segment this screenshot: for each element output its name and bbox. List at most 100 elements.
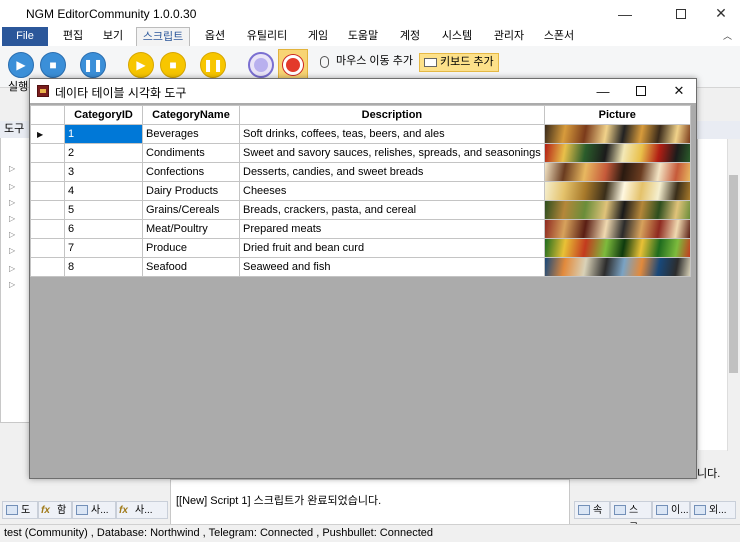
tree-expand-icon[interactable]: ▷: [9, 214, 15, 223]
tree-expand-icon[interactable]: ▷: [9, 164, 15, 173]
cell-categoryid[interactable]: 7: [64, 238, 143, 258]
menu-account[interactable]: 계정: [390, 27, 430, 46]
bottom-tab-properties[interactable]: 속: [574, 501, 610, 519]
menu-game[interactable]: 게임: [298, 27, 338, 46]
cell-categoryid[interactable]: 4: [64, 181, 143, 201]
add-keyboard-button[interactable]: 키보드 추가: [419, 53, 499, 72]
bottom-tab-functions[interactable]: fx 함: [38, 501, 72, 519]
bottom-tab-tools[interactable]: 도: [2, 501, 38, 519]
dialog-minimize-button[interactable]: —: [584, 79, 622, 103]
tree-expand-icon[interactable]: ▷: [9, 246, 15, 255]
close-button[interactable]: ✕: [698, 0, 740, 27]
menu-file[interactable]: File: [2, 27, 48, 46]
table-row[interactable]: ▶ 1 Beverages Soft drinks, coffees, teas, b…: [30, 124, 691, 144]
cell-description[interactable]: Sweet and savory sauces, relishes, sprea…: [239, 143, 545, 163]
minimize-icon: —: [596, 83, 610, 99]
row-header[interactable]: [30, 238, 65, 258]
cell-description[interactable]: Soft drinks, coffees, teas, beers, and a…: [239, 124, 545, 144]
menu-admin[interactable]: 관리자: [486, 27, 532, 46]
row-header[interactable]: [30, 181, 65, 201]
cell-categoryname[interactable]: Meat/Poultry: [142, 219, 240, 239]
add-mouse-move-button[interactable]: 마우스 이동 추가: [316, 53, 417, 72]
record-button-highlight[interactable]: [278, 49, 308, 81]
cell-description[interactable]: Cheeses: [239, 181, 545, 201]
bottom-tab-user[interactable]: 사...: [72, 501, 116, 519]
row-header[interactable]: [30, 257, 65, 277]
column-header-description[interactable]: Description: [239, 105, 545, 125]
cell-categoryid[interactable]: 5: [64, 200, 143, 220]
cell-categoryname[interactable]: Dairy Products: [142, 181, 240, 201]
properties-scroll-thumb[interactable]: [729, 175, 738, 373]
row-header[interactable]: [30, 143, 65, 163]
column-header-categoryid[interactable]: CategoryID: [64, 105, 143, 125]
cell-description[interactable]: Seaweed and fish: [239, 257, 545, 277]
cell-categoryname[interactable]: Grains/Cereals: [142, 200, 240, 220]
cell-categoryid[interactable]: 1: [64, 124, 143, 144]
cell-categoryname[interactable]: Produce: [142, 238, 240, 258]
cell-categoryname[interactable]: Seafood: [142, 257, 240, 277]
record-pause-button[interactable]: ❚❚: [200, 52, 226, 78]
cell-categoryname[interactable]: Condiments: [142, 143, 240, 163]
dialog-close-button[interactable]: ✕: [660, 79, 698, 103]
row-header[interactable]: [30, 219, 65, 239]
category-picture: [545, 144, 690, 162]
cell-categoryname[interactable]: Confections: [142, 162, 240, 182]
row-header[interactable]: [30, 200, 65, 220]
cell-categoryid[interactable]: 6: [64, 219, 143, 239]
menu-options[interactable]: 옵션: [196, 27, 234, 46]
record-play-button[interactable]: ▶: [128, 52, 154, 78]
cell-categoryid[interactable]: 3: [64, 162, 143, 182]
menu-help[interactable]: 도움말: [340, 27, 386, 46]
tree-expand-icon[interactable]: ▷: [9, 230, 15, 239]
ribbon-collapse-icon[interactable]: ︿: [723, 29, 732, 42]
menu-utility[interactable]: 유틸리티: [240, 27, 294, 46]
menu-system[interactable]: 시스템: [434, 27, 480, 46]
row-header[interactable]: ▶: [30, 124, 65, 144]
table-row[interactable]: 6 Meat/Poultry Prepared meats: [30, 219, 691, 239]
cell-picture[interactable]: [543, 238, 691, 258]
cell-picture[interactable]: [543, 200, 691, 220]
cell-categoryid[interactable]: 2: [64, 143, 143, 163]
run-button[interactable]: ▶: [8, 52, 34, 78]
cell-picture[interactable]: [543, 181, 691, 201]
capture-button[interactable]: [248, 52, 274, 78]
menu-view[interactable]: 보기: [94, 27, 132, 46]
cell-description[interactable]: Dried fruit and bean curd: [239, 238, 545, 258]
row-header[interactable]: [30, 162, 65, 182]
bottom-tab-external[interactable]: 외...: [690, 501, 736, 519]
stop-button[interactable]: ■: [40, 52, 66, 78]
tree-expand-icon[interactable]: ▷: [9, 182, 15, 191]
record-stop-button[interactable]: ■: [160, 52, 186, 78]
table-row[interactable]: 3 Confections Desserts, candies, and sweet…: [30, 162, 691, 182]
cell-categoryname[interactable]: Beverages: [142, 124, 240, 144]
cell-picture[interactable]: [543, 257, 691, 277]
cell-description[interactable]: Desserts, candies, and sweet breads: [239, 162, 545, 182]
add-mouse-move-label: 마우스 이동 추가: [336, 55, 413, 67]
tree-expand-icon[interactable]: ▷: [9, 280, 15, 289]
menu-edit[interactable]: 편집: [54, 27, 92, 46]
bottom-tab-script[interactable]: 스크...: [610, 501, 652, 533]
dialog-maximize-button[interactable]: [622, 79, 660, 103]
column-header-picture[interactable]: Picture: [543, 105, 691, 125]
pause-button[interactable]: ❚❚: [80, 52, 106, 78]
column-header-categoryname[interactable]: CategoryName: [142, 105, 240, 125]
bottom-tab-image[interactable]: 이...: [652, 501, 690, 519]
table-row[interactable]: 4 Dairy Products Cheeses: [30, 181, 691, 201]
cell-picture[interactable]: [543, 162, 691, 182]
cell-categoryid[interactable]: 8: [64, 257, 143, 277]
tree-expand-icon[interactable]: ▷: [9, 264, 15, 273]
bottom-tab-user-functions[interactable]: fx 사...: [116, 501, 168, 519]
menu-script[interactable]: 스크립트: [136, 27, 190, 46]
cell-picture[interactable]: [543, 143, 691, 163]
table-row[interactable]: 2 Condiments Sweet and savory sauces, reli…: [30, 143, 691, 163]
table-row[interactable]: 5 Grains/Cereals Breads, crackers, pasta, …: [30, 200, 691, 220]
tree-expand-icon[interactable]: ▷: [9, 198, 15, 207]
menu-sponsor[interactable]: 스폰서: [536, 27, 582, 46]
cell-picture[interactable]: [543, 219, 691, 239]
cell-picture[interactable]: [543, 124, 691, 144]
minimize-button[interactable]: —: [602, 0, 648, 27]
table-row[interactable]: 8 Seafood Seaweed and fish: [30, 257, 691, 277]
cell-description[interactable]: Breads, crackers, pasta, and cereal: [239, 200, 545, 220]
table-row[interactable]: 7 Produce Dried fruit and bean curd: [30, 238, 691, 258]
cell-description[interactable]: Prepared meats: [239, 219, 545, 239]
